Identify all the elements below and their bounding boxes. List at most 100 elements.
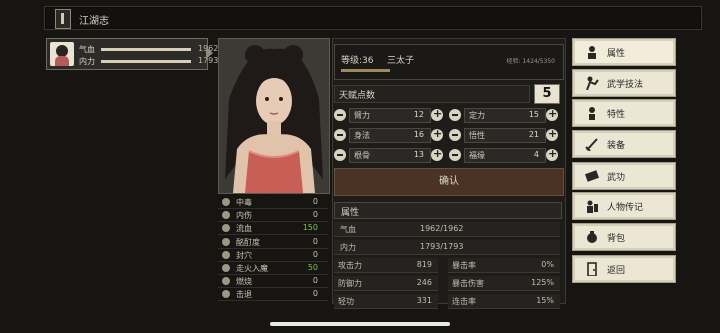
mp-bar	[101, 60, 191, 63]
attribute-name: 定力	[469, 111, 485, 120]
status-row: 酩酊度 0	[218, 236, 328, 249]
decrease-button[interactable]	[334, 109, 346, 121]
stat-name: 攻击力	[338, 261, 362, 270]
knockback-icon	[222, 290, 230, 299]
stat-name: 暴击伤害	[452, 279, 484, 288]
level-label: 等级:36	[341, 56, 374, 66]
stat-name: 轻功	[338, 297, 354, 306]
menu-button-5[interactable]: 武功	[572, 162, 676, 190]
increase-button[interactable]	[431, 107, 443, 121]
status-name: 流血	[236, 224, 252, 234]
status-row: 击退 0	[218, 288, 328, 302]
attribute-value: 15	[528, 110, 539, 119]
menu-button-8[interactable]: 返回	[572, 255, 676, 283]
stat-value: 15%	[536, 296, 554, 305]
status-row: 燃烧 0	[218, 275, 328, 289]
qi-deviation-icon	[222, 264, 230, 272]
status-value: 0	[312, 276, 318, 286]
status-row: 流血 150	[218, 222, 328, 236]
menu-label: 装备	[607, 141, 626, 151]
stat-value: 125%	[531, 278, 554, 287]
menu-label: 人物传记	[607, 203, 644, 213]
stat-name: 内力	[340, 243, 356, 252]
stat-name: 防御力	[338, 279, 362, 288]
attribute-row: 身法 16	[334, 127, 446, 143]
status-name: 击退	[236, 290, 252, 300]
attribute-value: 21	[528, 130, 539, 139]
biography-icon	[587, 200, 598, 213]
stat-row: 防御力 246	[334, 276, 438, 291]
status-row: 走火入魔 50	[218, 262, 328, 275]
status-name: 酩酊度	[236, 237, 260, 247]
menu-label: 武功	[607, 173, 626, 183]
confirm-button[interactable]: 确认	[334, 168, 564, 196]
character-portrait	[218, 38, 330, 194]
stat-value: 1962/1962	[420, 224, 464, 233]
mp-label: 内力	[79, 57, 95, 66]
status-row: 内伤 0	[218, 209, 328, 223]
talent-points-value: 5	[534, 84, 560, 104]
stat-name: 连击率	[452, 297, 476, 306]
menu-button-7[interactable]: 背包	[572, 223, 676, 251]
decrease-button[interactable]	[334, 149, 346, 161]
increase-button[interactable]	[546, 147, 558, 161]
menu-label: 背包	[607, 234, 626, 244]
decrease-button[interactable]	[449, 149, 461, 161]
menu-button-2[interactable]: 武学技法	[572, 69, 676, 97]
selected-arrow-icon	[206, 47, 213, 59]
increase-button[interactable]	[546, 127, 558, 141]
stat-name: 暴击率	[452, 261, 476, 270]
attribute-row: 悟性 21	[449, 127, 561, 143]
hp-bar	[101, 48, 191, 51]
status-value: 150	[302, 223, 318, 233]
scroll-icon	[585, 170, 599, 182]
menu-label: 属性	[607, 49, 626, 59]
experience-bar	[341, 69, 390, 72]
status-value: 0	[312, 289, 318, 299]
stat-row: 暴击伤害 125%	[448, 276, 560, 291]
menu-label: 返回	[607, 266, 626, 276]
status-value: 0	[312, 249, 318, 259]
attribute-row: 定力 15	[449, 107, 561, 123]
attribute-row: 臂力 12	[334, 107, 446, 123]
menu-button-4[interactable]: 装备	[572, 130, 676, 158]
menu-button-1[interactable]: 属性	[572, 38, 676, 66]
stat-row: 轻功 331	[334, 294, 438, 309]
status-name: 走火入魔	[236, 264, 268, 273]
stats-header: 属性	[334, 202, 562, 219]
increase-button[interactable]	[431, 127, 443, 141]
attribute-name: 臂力	[354, 111, 370, 120]
menu-label: 特性	[607, 110, 626, 120]
talent-points-label: 天赋点数	[339, 91, 376, 101]
drunk-icon	[222, 237, 230, 246]
status-name: 封穴	[236, 250, 252, 260]
attribute-name: 福缘	[469, 151, 485, 160]
internal-injury-icon	[222, 211, 230, 220]
martial-arts-icon	[586, 76, 599, 90]
status-value: 50	[307, 263, 318, 272]
attribute-name: 身法	[354, 131, 370, 140]
menu-button-3[interactable]: 特性	[572, 99, 676, 127]
bleed-icon	[222, 224, 230, 233]
attribute-value: 16	[413, 130, 424, 139]
hero-avatar	[50, 42, 74, 66]
menu-button-6[interactable]: 人物传记	[572, 192, 676, 220]
stat-row: 连击率 15%	[448, 294, 560, 309]
burn-icon	[222, 277, 230, 286]
stat-row: 气血 1962/1962	[334, 222, 560, 237]
decrease-button[interactable]	[449, 129, 461, 141]
attribute-row: 福缘 4	[449, 147, 561, 163]
status-value: 0	[312, 197, 318, 206]
increase-button[interactable]	[431, 147, 443, 161]
stat-name: 气血	[340, 225, 356, 234]
decrease-button[interactable]	[334, 129, 346, 141]
hp-label: 气血	[79, 45, 95, 54]
increase-button[interactable]	[546, 107, 558, 121]
stat-value: 819	[416, 260, 432, 269]
party-member-card[interactable]: 气血 1962/1962 内力 1793/1793	[46, 38, 241, 70]
attribute-name: 悟性	[469, 131, 485, 140]
decrease-button[interactable]	[449, 109, 461, 121]
person-icon	[588, 46, 596, 59]
experience-text: 经验: 1424/5350	[506, 58, 556, 65]
status-name: 燃烧	[236, 277, 252, 287]
